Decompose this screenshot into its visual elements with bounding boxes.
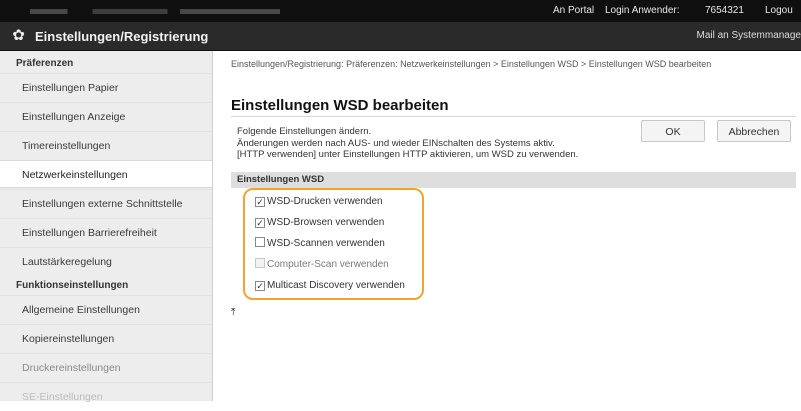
sidebar-item-volume[interactable]: Lautstärkeregelung xyxy=(0,247,212,275)
sidebar-item-external-interface[interactable]: Einstellungen externe Schnittstelle xyxy=(0,189,212,217)
option-computer-scan: Computer-Scan verwenden xyxy=(255,258,389,272)
option-label: Computer-Scan verwenden xyxy=(267,259,389,270)
main-content: Einstellungen/Registrierung: Präferenzen… xyxy=(213,51,801,401)
portal-link[interactable]: An Portal xyxy=(553,5,594,16)
sidebar-item-timer[interactable]: Timereinstellungen xyxy=(0,131,212,159)
description-line: Folgende Einstellungen ändern. xyxy=(237,126,637,138)
login-label: Login Anwender: xyxy=(605,5,680,16)
option-label: WSD-Browsen verwenden xyxy=(267,217,384,228)
mail-system-manager-link[interactable]: Mail an Systemmanage xyxy=(697,30,801,41)
sidebar-section-functions: Funktionseinstellungen xyxy=(0,277,212,295)
sidebar-item-copy[interactable]: Kopiereinstellungen xyxy=(0,324,212,352)
cancel-button[interactable]: Abbrechen xyxy=(717,120,791,142)
sidebar-item-display[interactable]: Einstellungen Anzeige xyxy=(0,102,212,130)
settings-logo-icon: ✿ xyxy=(10,27,27,44)
sidebar-item-network[interactable]: Netzwerkeinstellungen xyxy=(0,160,212,188)
login-user: 7654321 xyxy=(705,5,744,16)
option-label: WSD-Drucken verwenden xyxy=(267,196,383,207)
sidebar-item-general[interactable]: Allgemeine Einstellungen xyxy=(0,295,212,323)
option-label: Multicast Discovery verwenden xyxy=(267,280,405,291)
scroll-to-top-icon[interactable]: ⤒ xyxy=(231,307,235,318)
top-bar: An Portal Login Anwender: 7654321 Logou xyxy=(0,0,801,22)
checkbox-multicast-discovery[interactable]: ✓ xyxy=(255,281,265,291)
option-wsd-scan[interactable]: WSD-Scannen verwenden xyxy=(255,237,385,251)
sidebar: Präferenzen Einstellungen Papier Einstel… xyxy=(0,51,213,401)
sidebar-item-paper[interactable]: Einstellungen Papier xyxy=(0,73,212,101)
description-line: Änderungen werden nach AUS- und wieder E… xyxy=(237,138,637,150)
ok-button[interactable]: OK xyxy=(641,120,705,142)
sidebar-item-printer[interactable]: Druckereinstellungen xyxy=(0,353,212,381)
page-title: Einstellungen WSD bearbeiten xyxy=(231,97,449,114)
app-title: Einstellungen/Registrierung xyxy=(35,29,208,44)
description-line: [HTTP verwenden] unter Einstellungen HTT… xyxy=(237,149,637,161)
sidebar-section-preferences: Präferenzen xyxy=(0,55,212,73)
sidebar-item-se[interactable]: SE-Einstellungen xyxy=(0,382,212,410)
title-bar: ✿ Einstellungen/Registrierung Mail an Sy… xyxy=(0,22,801,51)
option-multicast-discovery[interactable]: ✓Multicast Discovery verwenden xyxy=(255,279,405,293)
section-header-wsd: Einstellungen WSD xyxy=(231,172,796,188)
description: Folgende Einstellungen ändern. Änderunge… xyxy=(237,126,637,161)
checkbox-computer-scan xyxy=(255,258,265,268)
checkbox-wsd-browse[interactable]: ✓ xyxy=(255,218,265,228)
option-label: WSD-Scannen verwenden xyxy=(267,238,385,249)
title-divider xyxy=(231,116,796,117)
option-wsd-browse[interactable]: ✓WSD-Browsen verwenden xyxy=(255,216,384,230)
blurred-device-info xyxy=(30,9,280,14)
option-wsd-print[interactable]: ✓WSD-Drucken verwenden xyxy=(255,195,383,209)
checkbox-wsd-scan[interactable] xyxy=(255,237,265,247)
breadcrumb: Einstellungen/Registrierung: Präferenzen… xyxy=(231,59,786,69)
logout-link[interactable]: Logou xyxy=(765,5,793,16)
sidebar-item-accessibility[interactable]: Einstellungen Barrierefreiheit xyxy=(0,218,212,246)
options-highlight-box: ✓WSD-Drucken verwenden ✓WSD-Browsen verw… xyxy=(243,188,424,300)
checkbox-wsd-print[interactable]: ✓ xyxy=(255,197,265,207)
